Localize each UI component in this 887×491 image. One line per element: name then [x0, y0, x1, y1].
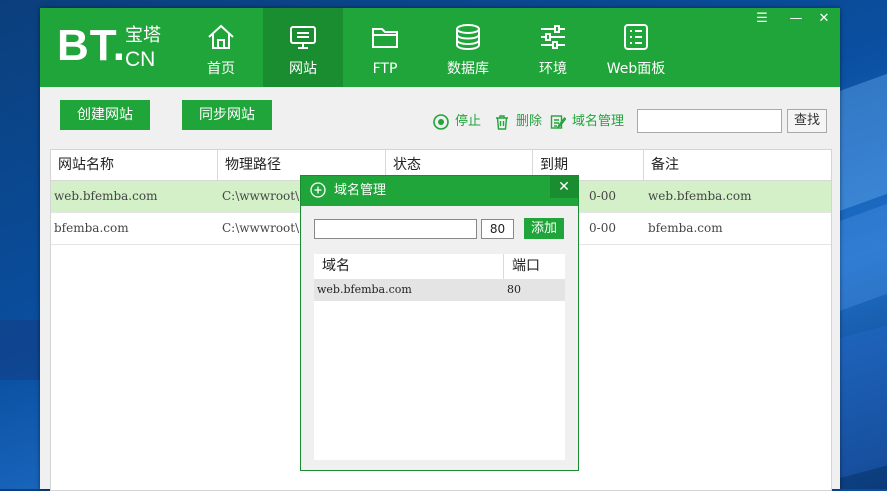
list-icon — [624, 24, 648, 50]
column-header[interactable]: 端口 — [504, 254, 565, 279]
nav-database[interactable]: 数据库 — [428, 8, 508, 87]
dialog-close-button[interactable]: ✕ — [550, 176, 578, 198]
site-note-cell: web.bfemba.com — [648, 189, 752, 203]
sliders-icon — [541, 25, 565, 49]
column-header[interactable]: 域名 — [314, 254, 504, 279]
monitor-icon — [290, 26, 316, 49]
nav-website-label: 网站 — [289, 61, 317, 77]
column-header[interactable]: 网站名称 — [51, 150, 218, 180]
domain-input[interactable] — [314, 219, 477, 239]
nav-ftp-label: FTP — [372, 61, 398, 77]
desktop-wallpaper-shade — [0, 320, 40, 380]
stop-label: 停止 — [455, 114, 482, 129]
top-navigation-bar: BT. 宝塔 CN 首页 网站 FTP 数据库 环境 Web面板 ☰ — ✕ — [40, 8, 840, 87]
nav-environment[interactable]: 环境 — [513, 8, 593, 87]
logo-subtext-top: 宝塔 — [125, 25, 161, 46]
port-input[interactable]: 80 — [481, 219, 514, 239]
domain-list-header: 域名 端口 — [314, 254, 565, 280]
column-header[interactable]: 备注 — [644, 150, 831, 180]
dialog-title-bar: 域名管理 — [301, 176, 578, 206]
trash-icon — [496, 115, 508, 130]
edit-doc-icon — [550, 115, 566, 129]
domain-list-row[interactable]: web.bfemba.com 80 — [314, 279, 565, 301]
nav-website[interactable]: 网站 — [263, 8, 343, 87]
nav-ftp[interactable]: FTP — [345, 8, 425, 87]
sync-site-button[interactable]: 同步网站 — [182, 100, 272, 130]
desktop-wallpaper-light — [840, 69, 887, 211]
nav-home[interactable]: 首页 — [181, 8, 261, 87]
desktop-wallpaper-light — [840, 321, 887, 479]
dialog-title: 域名管理 — [334, 183, 387, 198]
domain-manage-label: 域名管理 — [572, 114, 625, 129]
stop-button[interactable]: 停止 — [433, 114, 483, 130]
site-name-cell: web.bfemba.com — [54, 189, 158, 203]
port-cell: 80 — [507, 283, 521, 296]
menu-icon[interactable]: ☰ — [753, 12, 771, 26]
add-domain-button[interactable]: 添加 — [524, 218, 564, 239]
site-name-cell: bfemba.com — [54, 221, 129, 235]
add-circle-icon — [310, 182, 326, 198]
logo-subtext-bottom: CN — [125, 48, 156, 71]
domain-management-dialog: 域名管理 ✕ 80 添加 域名 端口 web.bfemba.com 80 — [300, 175, 579, 471]
search-input[interactable] — [637, 109, 782, 133]
stop-icon — [433, 114, 449, 130]
create-site-button[interactable]: 创建网站 — [60, 100, 150, 130]
search-button[interactable]: 查找 — [787, 109, 827, 133]
domain-manage-button[interactable]: 域名管理 — [550, 114, 630, 130]
minimize-button[interactable]: — — [787, 12, 805, 26]
nav-web-panel[interactable]: Web面板 — [596, 8, 676, 87]
site-note-cell: bfemba.com — [648, 221, 723, 235]
nav-home-label: 首页 — [207, 61, 235, 77]
delete-label: 删除 — [516, 114, 543, 129]
domain-cell: web.bfemba.com — [317, 283, 412, 296]
logo-text: BT. — [57, 21, 126, 70]
domain-list: 域名 端口 web.bfemba.com 80 — [314, 254, 565, 460]
nav-database-label: 数据库 — [447, 61, 489, 77]
home-icon — [208, 24, 234, 49]
close-button[interactable]: ✕ — [815, 12, 833, 26]
database-icon — [456, 24, 480, 51]
desktop-wallpaper-light — [840, 199, 887, 311]
delete-button[interactable]: 删除 — [494, 114, 544, 130]
nav-environment-label: 环境 — [539, 61, 567, 77]
nav-web-panel-label: Web面板 — [606, 61, 666, 77]
folder-icon — [372, 28, 398, 48]
